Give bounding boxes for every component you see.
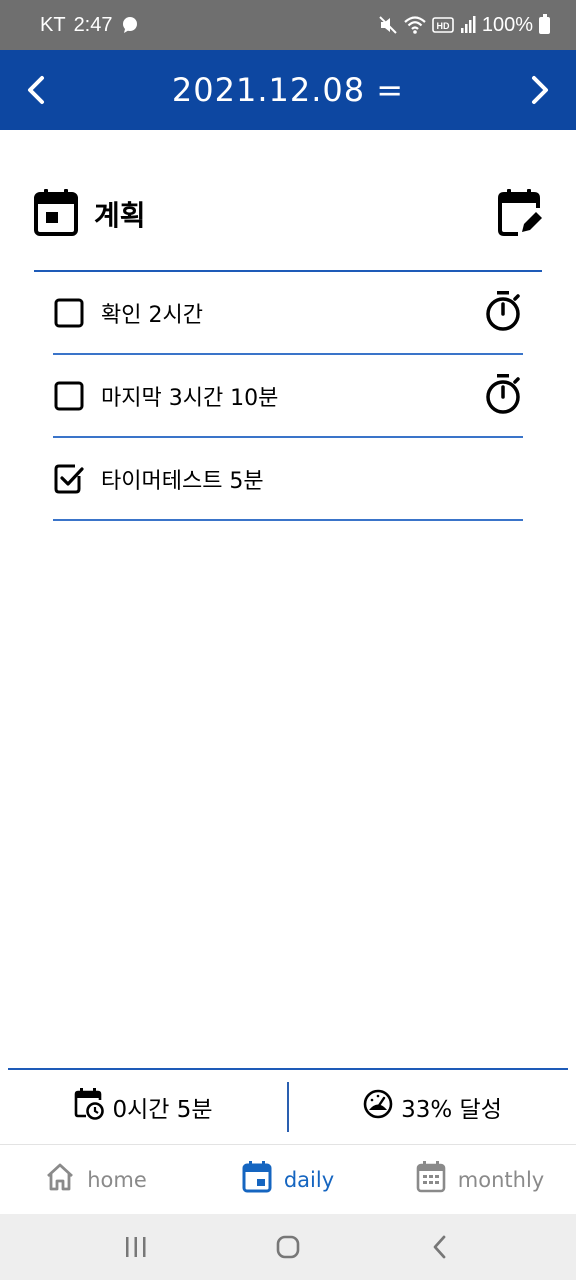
task-row[interactable]: 타이머테스트 5분 xyxy=(53,438,523,521)
back-system-button[interactable] xyxy=(420,1227,460,1267)
task-label: 마지막 3시간 10분 xyxy=(101,385,279,411)
total-time-text: 0시간 5분 xyxy=(112,1097,213,1123)
app-header: 2021.12.08 = xyxy=(0,50,576,130)
section-title: 계획 xyxy=(94,199,146,232)
status-bar: KT 2:47 HD 100% xyxy=(0,0,576,50)
status-right: HD 100% xyxy=(378,13,550,37)
summary-bar: 0시간 5분 33% 달성 xyxy=(0,1070,576,1144)
task-row[interactable]: 확인 2시간 xyxy=(53,272,523,355)
task-row[interactable]: 마지막 3시간 10분 xyxy=(53,355,523,438)
status-left: KT 2:47 xyxy=(40,14,139,37)
task-checkbox-unchecked[interactable] xyxy=(53,380,85,412)
prev-date-button[interactable] xyxy=(20,74,52,106)
achievement-summary: 33% 달성 xyxy=(289,1089,576,1125)
signal-icon xyxy=(460,16,476,34)
total-time-summary: 0시간 5분 xyxy=(0,1088,287,1126)
hd-icon: HD xyxy=(432,16,454,34)
recent-apps-icon xyxy=(126,1237,146,1257)
calendar-month-icon xyxy=(416,1161,446,1198)
task-label: 타이머테스트 5분 xyxy=(101,468,264,494)
home-button-icon xyxy=(276,1235,300,1259)
home-system-button[interactable] xyxy=(268,1227,308,1267)
battery-percent: 100% xyxy=(481,13,533,36)
system-nav xyxy=(0,1214,576,1280)
recent-apps-button[interactable] xyxy=(116,1227,156,1267)
date-title[interactable]: 2021.12.08 = xyxy=(172,71,404,109)
next-date-button[interactable] xyxy=(524,74,556,106)
section-title-group: 계획 xyxy=(34,188,146,240)
task-checkbox-unchecked[interactable] xyxy=(53,297,85,329)
task-left: 확인 2시간 xyxy=(53,297,203,329)
plan-section-header: 계획 xyxy=(34,188,544,240)
calendar-today-icon xyxy=(34,188,78,240)
wifi-icon xyxy=(404,15,426,35)
svg-text:HD: HD xyxy=(436,21,449,31)
task-left: 마지막 3시간 10분 xyxy=(53,380,278,412)
calendar-day-icon xyxy=(242,1161,272,1198)
task-left: 타이머테스트 5분 xyxy=(53,463,264,495)
bottom-nav: home daily monthly xyxy=(0,1144,576,1214)
calendar-edit-icon[interactable] xyxy=(498,188,544,240)
task-list: 확인 2시간 마지막 3시간 10분 타이머테스트 5분 xyxy=(53,272,523,521)
stopwatch-icon[interactable] xyxy=(485,290,521,336)
chevron-right-icon xyxy=(531,76,548,104)
chat-bubble-icon xyxy=(121,16,139,34)
chevron-left-icon xyxy=(28,76,44,104)
stopwatch-icon[interactable] xyxy=(485,373,521,419)
carrier: KT xyxy=(40,13,66,36)
nav-item-home[interactable]: home xyxy=(0,1163,192,1196)
clock: 2:47 xyxy=(73,13,113,36)
back-icon xyxy=(433,1235,446,1259)
nav-label-monthly: monthly xyxy=(457,1167,545,1192)
nav-item-monthly[interactable]: monthly xyxy=(384,1161,576,1198)
task-checkbox-checked[interactable] xyxy=(53,463,85,495)
nav-label-home: home xyxy=(87,1167,147,1192)
battery-icon xyxy=(539,13,550,34)
home-icon xyxy=(45,1163,75,1196)
task-label: 확인 2시간 xyxy=(101,302,203,328)
mute-icon xyxy=(378,15,398,35)
achievement-text: 33% 달성 xyxy=(401,1097,502,1123)
calendar-clock-icon xyxy=(74,1088,105,1126)
speedometer-icon xyxy=(363,1089,393,1125)
nav-item-daily[interactable]: daily xyxy=(192,1161,384,1198)
nav-label-daily: daily xyxy=(283,1167,335,1192)
